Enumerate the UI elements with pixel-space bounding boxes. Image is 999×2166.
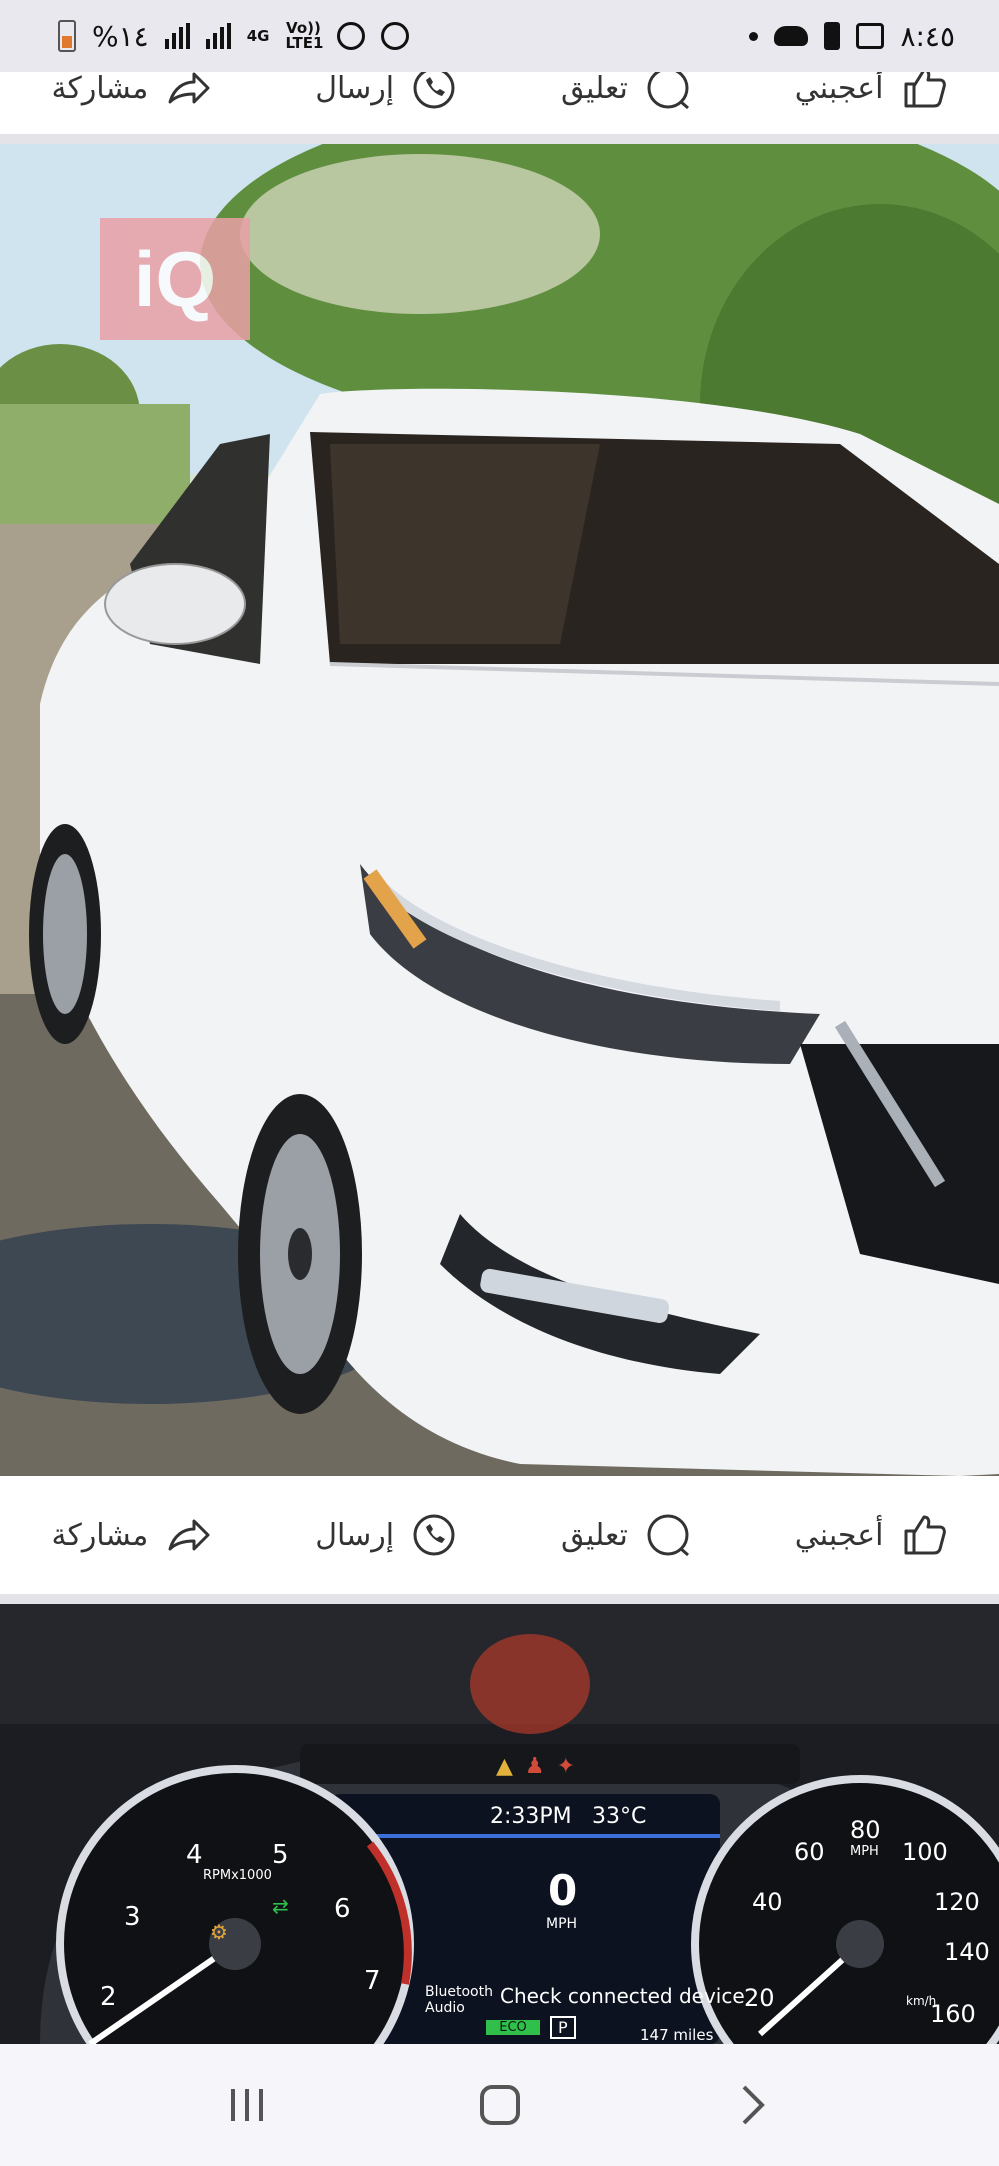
status-right: ٨:٤٥	[749, 20, 955, 53]
home-button[interactable]	[470, 2075, 530, 2135]
battery-saver-icon	[824, 22, 841, 50]
like-label: أعجبني	[794, 72, 884, 106]
gallery-icon	[856, 23, 885, 49]
clock: ٨:٤٥	[900, 19, 955, 53]
speedo-number: 120	[934, 1888, 980, 1916]
separator	[0, 1594, 999, 1604]
post-actions: مشاركة إرسال تعليق أعجبني	[0, 1476, 999, 1594]
home-icon	[479, 2085, 520, 2125]
dash-speed: 0	[548, 1866, 578, 1915]
send-label: إرسال	[315, 1517, 395, 1553]
separator	[0, 134, 999, 144]
share-button[interactable]: مشاركة	[51, 1511, 212, 1559]
tach-number: 7	[364, 1966, 381, 1996]
recent-apps-icon	[230, 2089, 263, 2121]
thumbs-up-icon	[900, 72, 948, 112]
battery-icon	[58, 20, 76, 52]
share-label: مشاركة	[51, 1517, 149, 1553]
watermark-text: iQ	[133, 234, 217, 323]
dash-odometer: 147 miles	[640, 2026, 714, 2044]
speedo-number: 40	[752, 1888, 783, 1916]
speedo-kmh-label: km/h	[906, 1994, 937, 2008]
send-label: إرسال	[315, 72, 395, 106]
post-actions-top: مشاركة إرسال تعليق أعجبني	[0, 72, 999, 134]
tach-number: 5	[272, 1840, 289, 1870]
speedo-number: 140	[944, 1938, 990, 1966]
speedo-mph-label: MPH	[850, 1844, 879, 1859]
like-label: أعجبني	[794, 1517, 884, 1553]
volte-indicator: Vo)) LTE1	[285, 19, 324, 52]
cruise-icon: ⇄	[272, 1894, 289, 1918]
comment-button[interactable]: تعليق	[561, 1511, 692, 1559]
speedo-number: 20	[744, 1984, 775, 2012]
status-bar: %١٤ 4G Vo)) LTE1 ٨:٤٥	[0, 0, 999, 72]
battery-percent: %١٤	[92, 19, 149, 53]
airbag-icon: ✦	[556, 1754, 576, 1779]
recent-apps-button[interactable]	[217, 2075, 277, 2135]
speedo-number: 80	[850, 1816, 881, 1844]
car-illustration	[0, 144, 999, 1476]
comment-button-top[interactable]: تعليق	[561, 72, 692, 112]
thumbs-up-icon	[900, 1511, 948, 1559]
share-label: مشاركة	[51, 72, 149, 106]
whatsapp-icon	[410, 72, 458, 112]
send-button[interactable]: إرسال	[315, 1511, 458, 1559]
seatbelt-icon: ♟	[524, 1754, 545, 1779]
back-button[interactable]	[723, 2075, 783, 2135]
speedo-number: 60	[794, 1838, 825, 1866]
comment-icon	[644, 1511, 692, 1559]
like-button-top[interactable]: أعجبني	[795, 72, 948, 112]
warning-lights: ▲ ♟ ✦	[496, 1754, 575, 1779]
notification-dot-icon	[749, 31, 759, 41]
tach-number: 6	[334, 1894, 351, 1924]
comment-label: تعليق	[561, 72, 628, 106]
check-engine-icon: ⚙	[210, 1920, 228, 1944]
share-icon	[164, 72, 212, 112]
tach-number: 3	[124, 1902, 141, 1932]
share-icon	[164, 1511, 212, 1559]
tach-number: 2	[100, 1982, 117, 2012]
dash-bluetooth: Bluetooth Audio	[425, 1984, 493, 2016]
watermark-logo: iQ	[100, 218, 250, 340]
dash-gear: P	[550, 2016, 576, 2039]
network-type: 4G	[246, 26, 270, 45]
whatsapp-icon	[410, 1511, 458, 1559]
warning-triangle-icon: ▲	[496, 1754, 513, 1779]
chevron-right-icon	[742, 2085, 765, 2125]
send-button-top[interactable]: إرسال	[315, 72, 458, 112]
dashboard-photo[interactable]: ▲ ♟ ✦ 2:33PM 33°C 0 MPH Bluetooth Audio …	[0, 1604, 999, 2044]
dash-message: Check connected device	[500, 1984, 745, 2008]
car-photo[interactable]: iQ	[0, 144, 999, 1476]
tach-rpm-label: RPMx1000	[203, 1868, 272, 1883]
dash-eco: ECO	[486, 2020, 540, 2035]
comment-label: تعليق	[561, 1517, 628, 1553]
share-button-top[interactable]: مشاركة	[51, 72, 212, 112]
comment-icon	[644, 72, 692, 112]
speedo-number: 160	[930, 2000, 976, 2028]
cloud-icon	[774, 26, 809, 46]
speedo-number: 100	[902, 1838, 948, 1866]
dash-speed-unit: MPH	[546, 1916, 578, 1932]
dash-temp: 33°C	[592, 1804, 647, 1829]
tach-number: 4	[186, 1840, 203, 1870]
status-left: %١٤ 4G Vo)) LTE1	[58, 19, 410, 53]
system-nav-bar	[0, 2044, 999, 2166]
signal-icon	[164, 23, 190, 49]
hotspot-icon	[337, 22, 366, 50]
alarm-icon	[381, 22, 410, 50]
like-button[interactable]: أعجبني	[795, 1511, 948, 1559]
dash-time: 2:33PM	[490, 1804, 572, 1829]
signal-icon-2	[205, 23, 231, 49]
